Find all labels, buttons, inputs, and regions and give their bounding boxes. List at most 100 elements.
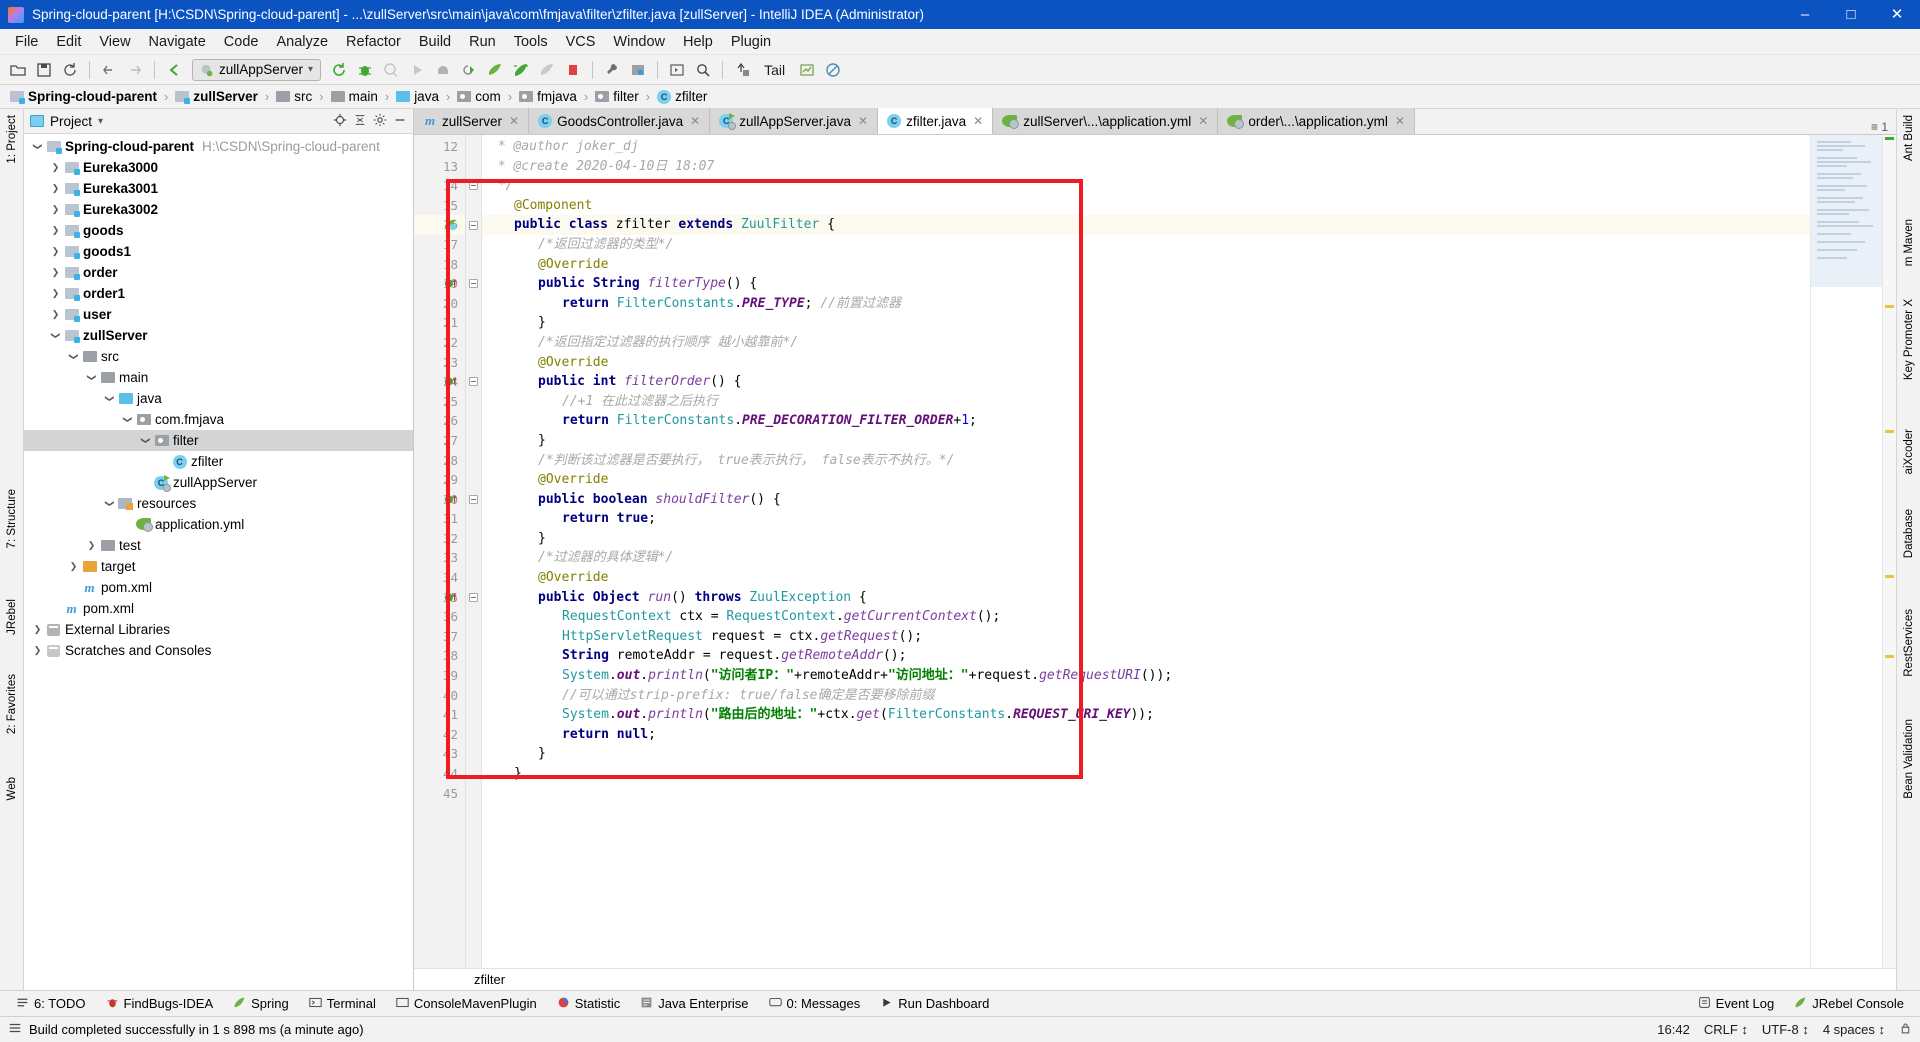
- no-entry-icon[interactable]: [821, 58, 845, 82]
- gear-icon[interactable]: [373, 113, 387, 130]
- line-number[interactable]: 29: [414, 470, 465, 490]
- line-number[interactable]: 17: [414, 235, 465, 255]
- line-number[interactable]: 12: [414, 137, 465, 157]
- tree-node[interactable]: ❯ Spring-cloud-parent H:\CSDN\Spring-cloud…: [24, 136, 413, 157]
- tree-node[interactable]: application.yml: [24, 514, 413, 535]
- editor-tab[interactable]: Czfilter.java ✕: [878, 108, 994, 134]
- tool-window-findbugs-idea[interactable]: FindBugs-IDEA: [98, 996, 222, 1012]
- tree-node[interactable]: m pom.xml: [24, 577, 413, 598]
- tool-window-java-enterprise[interactable]: Java Enterprise: [632, 996, 756, 1012]
- run-configuration-selector[interactable]: zullAppServer ▾: [192, 58, 322, 81]
- code-line[interactable]: /*过滤器的具体逻辑*/: [482, 548, 1810, 568]
- chevron-right-icon[interactable]: ❯: [48, 204, 63, 215]
- menu-analyze[interactable]: Analyze: [267, 32, 337, 52]
- tool-window-consolemavenplugin[interactable]: ConsoleMavenPlugin: [388, 996, 545, 1012]
- menu-vcs[interactable]: VCS: [557, 32, 605, 52]
- breadcrumb-item-java[interactable]: java: [394, 89, 441, 104]
- editor-tab[interactable]: C GoodsController.java ✕: [529, 108, 711, 134]
- project-tree[interactable]: ❯ Spring-cloud-parent H:\CSDN\Spring-cloud…: [24, 134, 413, 990]
- tail-button[interactable]: Tail: [756, 62, 793, 78]
- code-line[interactable]: String remoteAddr = request.getRemoteAdd…: [482, 646, 1810, 666]
- tree-node[interactable]: m pom.xml: [24, 598, 413, 619]
- hamburger-icon[interactable]: [8, 1021, 22, 1038]
- fold-marker[interactable]: [466, 235, 481, 255]
- fold-marker[interactable]: [466, 372, 481, 392]
- code-line[interactable]: return FilterConstants.PRE_DECORATION_FI…: [482, 411, 1810, 431]
- menu-plugin[interactable]: Plugin: [722, 32, 780, 52]
- debug-icon[interactable]: [353, 58, 377, 82]
- tree-node[interactable]: ❯ user: [24, 304, 413, 325]
- line-number[interactable]: 15: [414, 196, 465, 216]
- line-number[interactable]: 21: [414, 313, 465, 333]
- rail-restservices[interactable]: RestServices: [1903, 609, 1915, 677]
- chevron-down-icon[interactable]: ❯: [50, 328, 61, 343]
- rail-database[interactable]: Database: [1903, 509, 1915, 558]
- line-number[interactable]: 24I: [414, 372, 465, 392]
- code-text-area[interactable]: * @author joker_dj * @create 2020-04-10日…: [482, 135, 1810, 968]
- lock-icon[interactable]: [1899, 1021, 1912, 1038]
- menu-view[interactable]: View: [90, 32, 139, 52]
- code-line[interactable]: /*返回指定过滤器的执行顺序 越小越靠前*/: [482, 333, 1810, 353]
- code-line[interactable]: }: [482, 313, 1810, 333]
- tool-window-event-log[interactable]: Event Log: [1690, 996, 1783, 1012]
- code-line[interactable]: public class zfilter extends ZuulFilter …: [482, 215, 1810, 235]
- hide-icon[interactable]: [393, 113, 407, 130]
- line-number[interactable]: 40: [414, 686, 465, 706]
- chevron-down-icon[interactable]: ▾: [98, 116, 103, 127]
- menu-code[interactable]: Code: [215, 32, 268, 52]
- line-number[interactable]: 43: [414, 744, 465, 764]
- chevron-down-icon[interactable]: ❯: [68, 349, 79, 364]
- chevron-down-icon[interactable]: ❯: [104, 496, 115, 511]
- line-number[interactable]: 44: [414, 764, 465, 784]
- chevron-right-icon[interactable]: ❯: [48, 183, 63, 194]
- line-number[interactable]: 31: [414, 509, 465, 529]
- minimize-button[interactable]: –: [1782, 0, 1828, 29]
- rail-jrebel[interactable]: JRebel: [6, 599, 18, 635]
- fold-marker[interactable]: [466, 744, 481, 764]
- jump-to-source-icon[interactable]: [162, 58, 186, 82]
- menu-navigate[interactable]: Navigate: [140, 32, 215, 52]
- tool-window-0-messages[interactable]: 0: Messages: [761, 996, 869, 1012]
- close-tab-icon[interactable]: ✕: [858, 114, 868, 128]
- code-line[interactable]: return FilterConstants.PRE_TYPE; //前置过滤器: [482, 294, 1810, 314]
- tree-node[interactable]: ❯ filter: [24, 430, 413, 451]
- implements-method-gutter-icon[interactable]: I: [444, 492, 457, 505]
- code-line[interactable]: public String filterType() {: [482, 274, 1810, 294]
- code-line[interactable]: @Override: [482, 255, 1810, 275]
- fold-marker[interactable]: [466, 509, 481, 529]
- line-number[interactable]: 34: [414, 568, 465, 588]
- code-line[interactable]: public int filterOrder() {: [482, 372, 1810, 392]
- fold-marker[interactable]: [466, 431, 481, 451]
- tree-node[interactable]: ❯ java: [24, 388, 413, 409]
- fold-marker[interactable]: [466, 568, 481, 588]
- code-line[interactable]: * @create 2020-04-10日 18:07: [482, 157, 1810, 177]
- line-number[interactable]: 28: [414, 451, 465, 471]
- line-number[interactable]: 13: [414, 157, 465, 177]
- line-number[interactable]: 26: [414, 411, 465, 431]
- code-line[interactable]: System.out.println("路由后的地址："+ctx.get(Fil…: [482, 705, 1810, 725]
- fold-marker[interactable]: [466, 705, 481, 725]
- line-number[interactable]: 42: [414, 725, 465, 745]
- implements-method-gutter-icon[interactable]: I: [444, 276, 457, 289]
- tool-window-6-todo[interactable]: 6: TODO: [8, 996, 94, 1012]
- code-line[interactable]: System.out.println("访问者IP："+remoteAddr+"…: [482, 666, 1810, 686]
- jrebel-debug-icon[interactable]: [509, 58, 533, 82]
- run-icon[interactable]: [405, 58, 429, 82]
- chevron-down-icon[interactable]: ❯: [140, 433, 151, 448]
- chevron-right-icon[interactable]: ❯: [48, 267, 63, 278]
- breadcrumb-item-zfilter[interactable]: C zfilter: [655, 89, 709, 104]
- line-number[interactable]: 23: [414, 353, 465, 373]
- tree-node[interactable]: ❯ Eureka3000: [24, 157, 413, 178]
- code-line[interactable]: RequestContext ctx = RequestContext.getC…: [482, 607, 1810, 627]
- line-number[interactable]: 19I: [414, 274, 465, 294]
- code-line[interactable]: //+1 在此过滤器之后执行: [482, 392, 1810, 412]
- fold-marker[interactable]: [466, 274, 481, 294]
- line-number[interactable]: 22: [414, 333, 465, 353]
- menu-file[interactable]: File: [6, 32, 47, 52]
- editor-minimap[interactable]: [1810, 135, 1882, 968]
- tree-node[interactable]: ❯ Eureka3002: [24, 199, 413, 220]
- code-line[interactable]: @Component: [482, 196, 1810, 216]
- fold-marker[interactable]: [466, 646, 481, 666]
- tree-node[interactable]: ❯ order1: [24, 283, 413, 304]
- tool-window-run-dashboard[interactable]: Run Dashboard: [872, 996, 997, 1012]
